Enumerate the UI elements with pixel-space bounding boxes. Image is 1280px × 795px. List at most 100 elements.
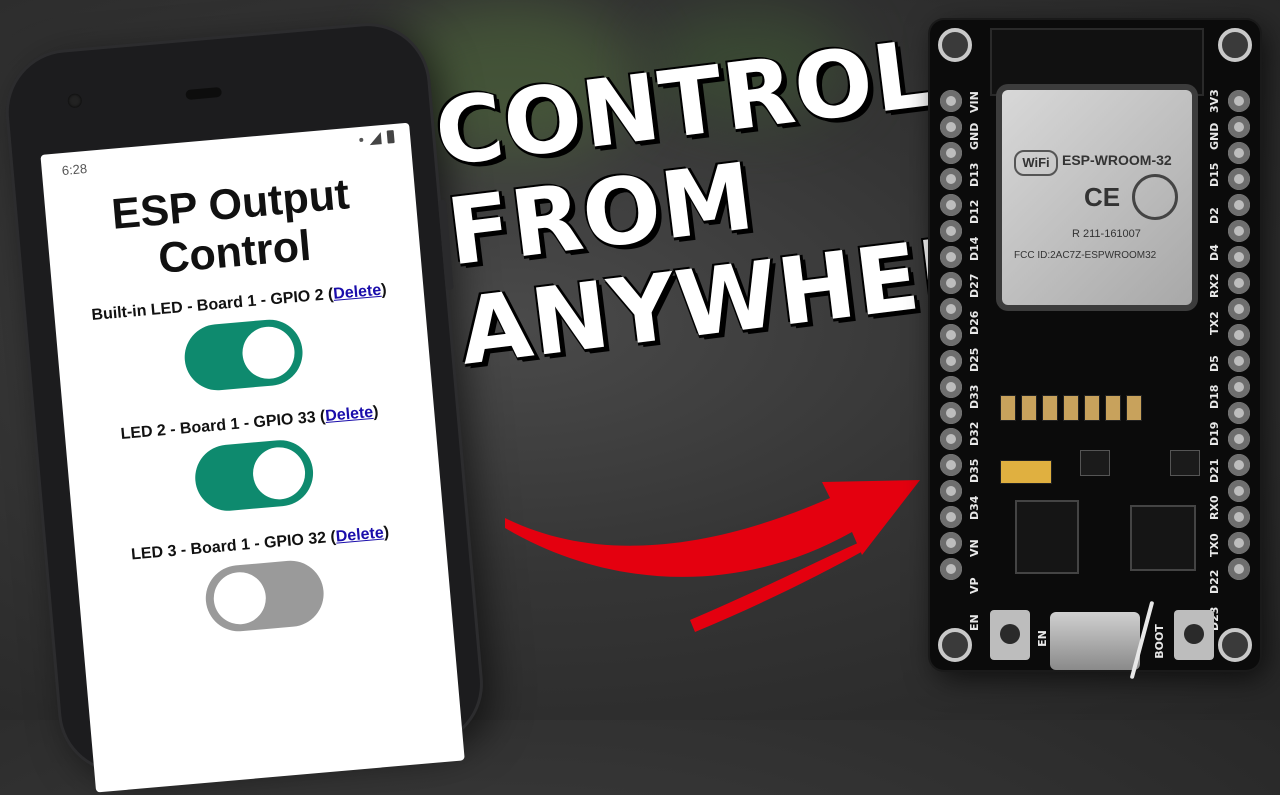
header-pin [1228,194,1250,216]
pin-label: VIN [968,91,981,113]
header-pin [940,532,962,554]
espressif-logo-icon [1132,174,1178,220]
header-pin [940,402,962,424]
module-fcc: FCC ID:2AC7Z-ESPWROOM32 [1014,250,1157,261]
antenna-trace [990,28,1204,96]
mount-hole [938,28,972,62]
delete-link[interactable]: Delete [335,524,384,545]
header-pin [1228,272,1250,294]
pin-label: D13 [968,162,981,187]
header-pin [940,116,962,138]
right-header-pins [1228,90,1250,580]
resistor [1042,395,1058,421]
header-pin [940,246,962,268]
pin-label: D22 [1208,569,1221,594]
header-pin [940,142,962,164]
transistor [1080,450,1110,476]
header-pin [1228,142,1250,164]
header-pin [940,350,962,372]
esp-wroom-32-module: WiFi ESP-WROOM-32 CE R 211-161007 FCC ID… [1002,90,1192,305]
header-pin [940,506,962,528]
battery-icon [386,130,395,144]
signal-icon [368,131,382,145]
notification-dot-icon [359,137,364,142]
voltage-regulator [1015,500,1079,574]
header-pin [1228,402,1250,424]
usb-uart-chip [1130,505,1196,571]
pin-label: D25 [968,347,981,372]
esp32-board: VIN GND D13 D12 D14 D27 D26 D25 D33 D32 D35 D34 VN VP… [930,20,1260,680]
right-pin-labels: 3V3 GND D15 D2 D4 RX2 TX2 D5 D18 D19 D21 RX0 TX0 D22 D… [1208,89,1222,631]
pin-label: D27 [968,273,981,298]
header-pin [1228,324,1250,346]
page-title: ESP Output Control [109,170,352,283]
mount-hole [1218,28,1252,62]
boot-button[interactable] [1174,610,1214,660]
left-pin-labels: VIN GND D13 D12 D14 D27 D26 D25 D33 D32 D35 D34 VN VP… [968,91,982,631]
red-arrow-icon [505,480,920,632]
left-header-pins [940,90,962,580]
header-pin [1228,480,1250,502]
status-time: 6:28 [61,160,88,179]
switch-knob [250,445,308,502]
pin-label: TX2 [1208,311,1221,335]
output-name: Built-in LED - Board 1 - GPIO 2 [90,286,325,325]
pin-label: D21 [1208,458,1221,483]
pin-label: D33 [968,384,981,409]
wifi-logo-icon: WiFi [1014,150,1058,176]
header-pin [1228,376,1250,398]
header-pin [940,90,962,112]
header-pin [1228,532,1250,554]
resistor [1126,395,1142,421]
output-toggle-switch[interactable] [192,437,316,514]
header-pin [1228,90,1250,112]
delete-link[interactable]: Delete [325,404,374,425]
header-pin [1228,428,1250,450]
arrow-shape [505,480,920,577]
pin-label: D26 [968,310,981,335]
module-cert: R 211-161007 [1072,228,1141,240]
resistor [1105,395,1121,421]
header-pin [1228,298,1250,320]
header-pin [940,428,962,450]
mount-hole [1218,628,1252,662]
en-label: EN [1035,630,1049,647]
resistor [1000,395,1016,421]
header-pin [1228,168,1250,190]
transistor [1170,450,1200,476]
header-pin [940,298,962,320]
resistor [1021,395,1037,421]
resistor [1084,395,1100,421]
pin-label: D32 [968,421,981,446]
pin-label: EN [968,614,981,631]
en-button[interactable] [990,610,1030,660]
header-pin [940,454,962,476]
output-toggle-switch[interactable] [181,316,306,393]
resistor [1063,395,1079,421]
micro-usb-port [1050,612,1140,670]
header-pin [940,324,962,346]
header-pin [1228,220,1250,242]
header-pin [940,272,962,294]
pin-label: D2 [1208,207,1221,224]
pin-label: D19 [1208,421,1221,446]
header-pin [940,376,962,398]
header-pin [940,168,962,190]
pin-label: D15 [1208,162,1221,187]
boot-label: BOOT [1152,624,1166,659]
pin-label: VN [968,539,981,557]
output-toggle-switch[interactable] [203,558,327,635]
header-pin [1228,116,1250,138]
pin-label: TX0 [1208,533,1221,557]
header-pin [940,194,962,216]
pin-label: GND [1208,122,1221,150]
header-pin [1228,454,1250,476]
header-pin [940,558,962,580]
header-pin [940,480,962,502]
pin-label: 3V3 [1208,89,1221,113]
header-pin [1228,246,1250,268]
pin-label: RX2 [1208,273,1221,298]
capacitor [1000,460,1052,484]
delete-link[interactable]: Delete [333,282,382,303]
header-pin [1228,558,1250,580]
